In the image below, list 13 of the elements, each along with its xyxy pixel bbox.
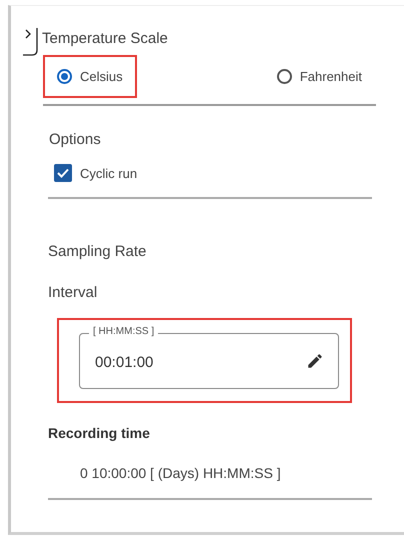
section-title: Temperature Scale [42, 30, 169, 47]
field-legend: [ HH:MM:SS ] [89, 326, 158, 337]
checkbox[interactable] [54, 164, 72, 182]
field-value: 00:01:00 [95, 354, 154, 370]
section-title: Options [49, 131, 102, 148]
recording-time-value: 0 10:00:00 [ (Days) HH:MM:SS ] [80, 465, 282, 481]
section-title: Recording time [48, 425, 151, 441]
section-title: Sampling Rate [48, 243, 148, 260]
radio-option[interactable]: Celsius [43, 55, 137, 98]
field-label: Interval [48, 284, 98, 301]
edit-icon[interactable] [306, 352, 324, 370]
checkbox-label: Cyclic run [80, 166, 138, 180]
radio-option[interactable]: Fahrenheit [262, 55, 376, 98]
